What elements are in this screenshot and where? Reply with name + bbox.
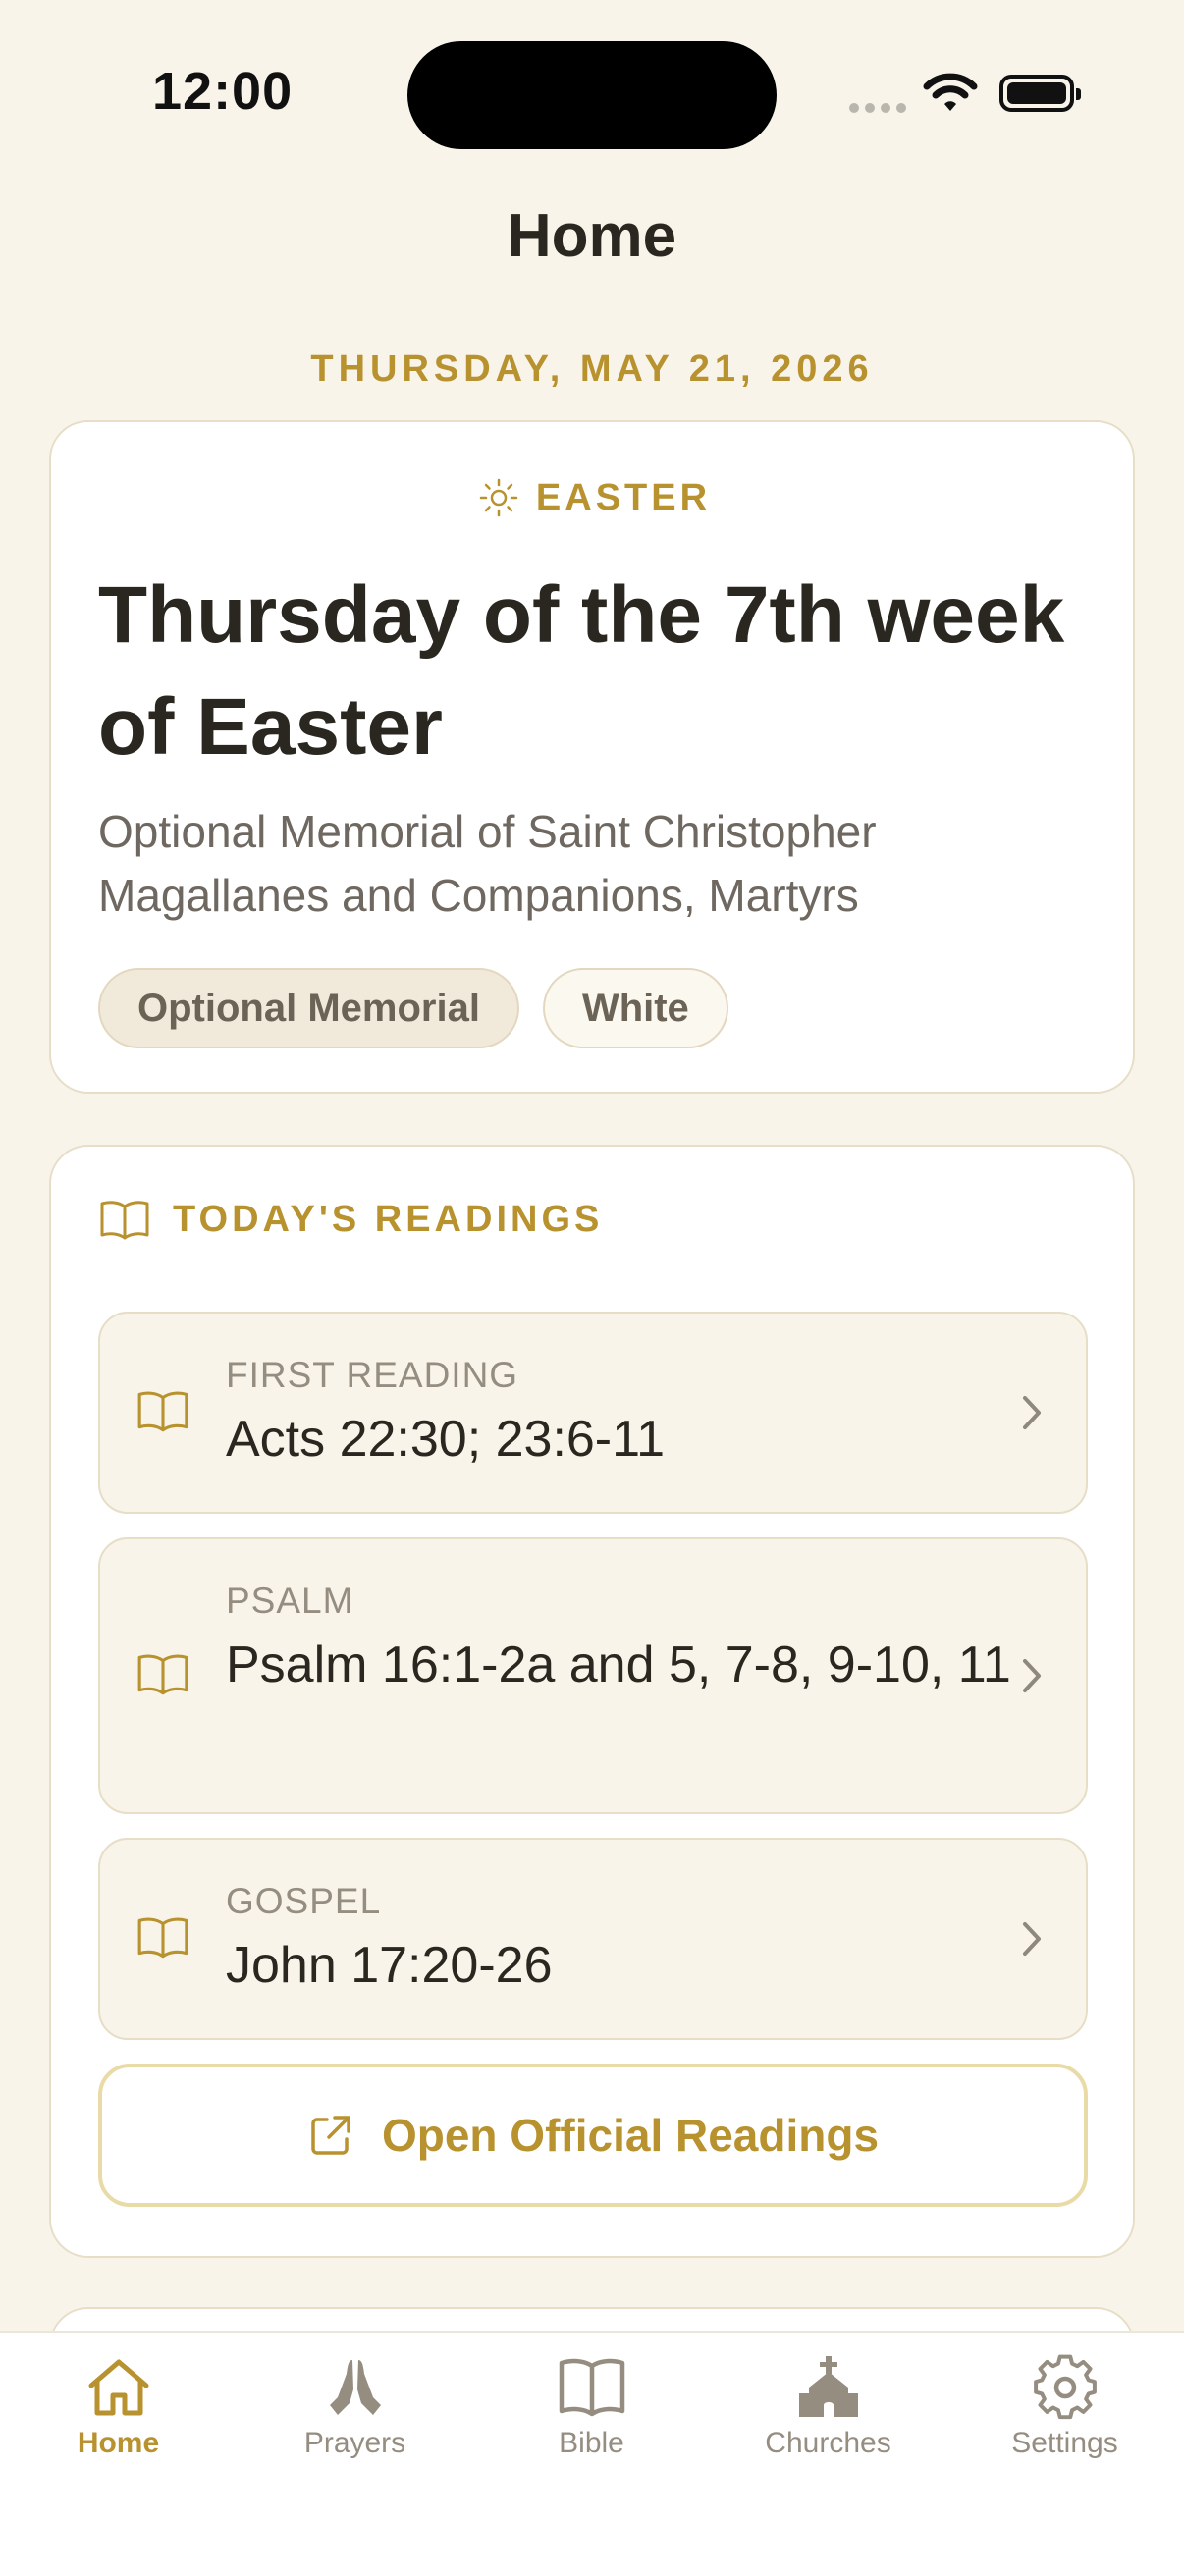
todays-readings-card: TODAY'S READINGS FIRST READING Acts 22:3… xyxy=(49,1145,1135,2258)
reading-label: GOSPEL xyxy=(226,1881,382,1921)
status-time: 12:00 xyxy=(152,62,294,121)
tab-settings[interactable]: Settings xyxy=(946,2333,1183,2509)
book-icon xyxy=(137,1917,188,1959)
readings-header: TODAY'S READINGS xyxy=(98,1198,603,1241)
page-title: Home xyxy=(507,202,677,270)
tab-home[interactable]: Home xyxy=(0,2333,237,2509)
season-label: EASTER xyxy=(535,476,712,518)
cellular-signal-icon xyxy=(849,103,906,113)
reading-reference: John 17:20-26 xyxy=(226,1937,553,1994)
tab-bar: Home Prayers Bible Churches Settings xyxy=(0,2331,1184,2576)
gear-icon xyxy=(1033,2354,1097,2420)
tab-label: Settings xyxy=(1011,2427,1118,2459)
external-link-icon xyxy=(311,2116,350,2155)
liturgical-day-title: Thursday of the 7th week of Easter xyxy=(98,570,1065,772)
reading-label: PSALM xyxy=(226,1581,354,1621)
chevron-right-icon xyxy=(1023,1396,1041,1429)
reading-row-gospel[interactable]: GOSPEL John 17:20-26 xyxy=(98,1838,1088,2040)
tab-label: Prayers xyxy=(303,2427,406,2459)
reading-reference: Psalm 16:1-2a and 5, 7-8, 9-10, 11 xyxy=(226,1637,1011,1693)
open-official-readings-button[interactable]: Open Official Readings xyxy=(98,2064,1088,2207)
chevron-right-icon xyxy=(1023,1922,1041,1956)
current-date: THURSDAY, MAY 21, 2026 xyxy=(310,349,874,390)
reading-row-first-reading[interactable]: FIRST READING Acts 22:30; 23:6-11 xyxy=(98,1312,1088,1514)
tab-churches[interactable]: Churches xyxy=(710,2333,946,2509)
rank-chip: Optional Memorial xyxy=(98,968,519,1048)
book-icon xyxy=(100,1201,149,1240)
tab-bible[interactable]: Bible xyxy=(473,2333,710,2509)
open-official-readings-label: Open Official Readings xyxy=(381,2110,880,2161)
battery-icon xyxy=(999,75,1081,112)
reading-reference: Acts 22:30; 23:6-11 xyxy=(226,1411,666,1468)
readings-heading: TODAY'S READINGS xyxy=(173,1198,604,1240)
liturgical-color-chip: White xyxy=(542,968,728,1048)
book-icon xyxy=(137,1654,188,1695)
tab-label: Home xyxy=(77,2427,160,2459)
day-chips: Optional Memorial White xyxy=(98,968,728,1048)
book-icon xyxy=(137,1391,188,1432)
reading-label: FIRST READING xyxy=(226,1355,519,1395)
memorial-text: Optional Memorial of Saint Christopher M… xyxy=(98,806,877,921)
season-row: EASTER xyxy=(51,476,1137,519)
house-icon xyxy=(88,2359,148,2416)
dynamic-island xyxy=(407,41,777,149)
praying-hands-icon xyxy=(329,2360,381,2415)
church-icon xyxy=(798,2356,858,2417)
sun-icon xyxy=(479,478,518,517)
tab-label: Churches xyxy=(765,2427,891,2459)
book-icon xyxy=(559,2358,624,2417)
tab-label: Bible xyxy=(559,2427,624,2459)
tab-prayers[interactable]: Prayers xyxy=(237,2333,473,2509)
chevron-right-icon xyxy=(1023,1659,1041,1692)
wifi-icon xyxy=(923,73,978,111)
reading-row-psalm[interactable]: PSALM Psalm 16:1-2a and 5, 7-8, 9-10, 11 xyxy=(98,1537,1088,1814)
liturgical-day-card: EASTER Thursday of the 7th week of Easte… xyxy=(49,420,1135,1094)
